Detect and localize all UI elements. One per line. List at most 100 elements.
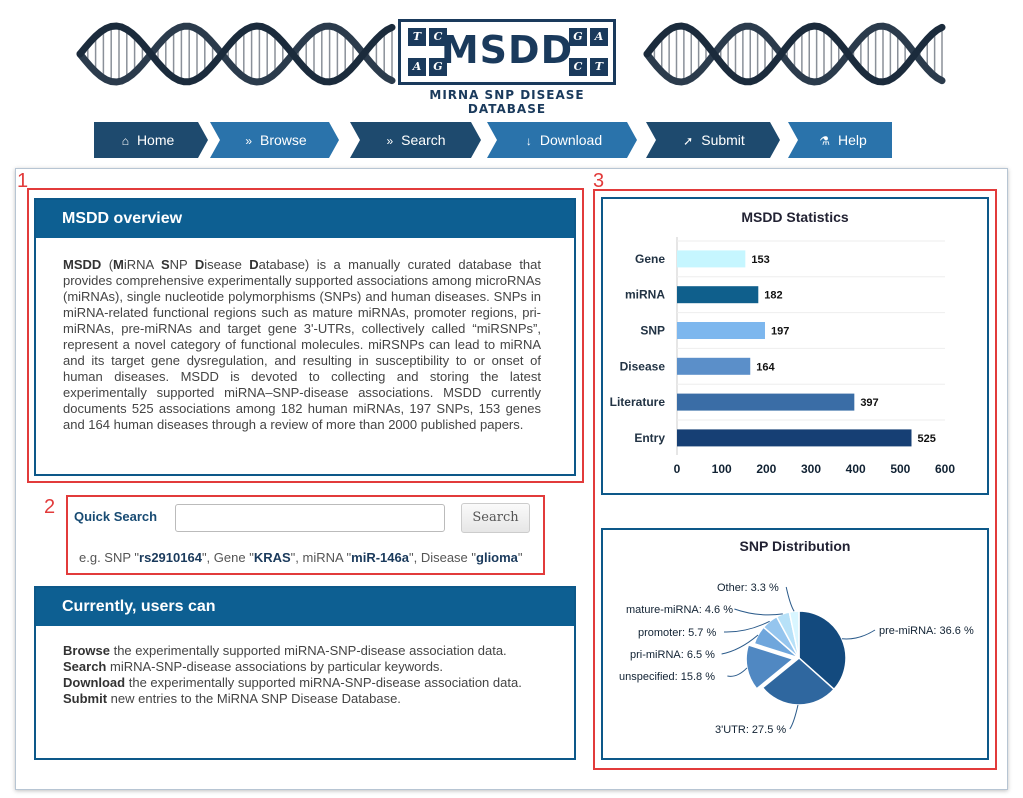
example-mirna-link[interactable]: miR-146a (351, 550, 409, 565)
overview-panel: MSDD overview MSDD (MiRNA SNP Disease Da… (34, 198, 576, 476)
snp-pie-chart: pre-miRNA: 36.6 % 3'UTR: 27.5 % unspecifie… (619, 582, 974, 736)
site-banner: T C A G G A C T MSDD MIRNA SNP DISEASE D… (75, 8, 947, 116)
download-arrow-icon: ↓ (525, 134, 532, 148)
overview-text-segment: M (113, 257, 124, 272)
users-title: Currently, users can (36, 588, 574, 626)
overview-text-segment: ( (101, 257, 114, 272)
bar-entry (677, 429, 912, 447)
stats-chart-panel: MSDD Statistics Gene 153 miRNA 182 SNP 197 Dis… (601, 197, 989, 495)
users-capabilities: Browse the experimentally supported miRN… (63, 643, 533, 707)
overview-title: MSDD overview (36, 200, 574, 238)
example-text: ", miRNA " (290, 550, 352, 565)
category-label: Disease (620, 359, 666, 373)
capability-text: the experimentally supported miRNA-SNP-d… (125, 675, 522, 690)
bar-value-label: 397 (860, 397, 878, 409)
overview-text-segment: MSDD (63, 257, 102, 272)
x-tick-label: 600 (935, 462, 955, 476)
example-snp-link[interactable]: rs2910164 (139, 550, 202, 565)
example-gene-link[interactable]: KRAS (254, 550, 291, 565)
stats-bar-chart: Gene 153 miRNA 182 SNP 197 Disease 164 Literatur… (610, 237, 955, 476)
x-tick-label: 300 (801, 462, 821, 476)
overview-text-segment: S (160, 257, 170, 272)
capability-line: Download the experimentally supported mi… (63, 675, 533, 691)
bar-value-label: 197 (771, 326, 789, 338)
bar-value-label: 164 (756, 361, 775, 373)
bar-value-label: 153 (751, 254, 769, 266)
nav-label: Download (539, 132, 603, 148)
example-text: ", Disease " (408, 550, 477, 565)
category-label: Entry (634, 431, 665, 445)
leader-line (785, 586, 795, 612)
quick-search-button[interactable]: Search (461, 503, 530, 533)
quick-search-input[interactable] (175, 504, 445, 532)
x-tick-label: 100 (712, 462, 732, 476)
x-tick-label: 200 (756, 462, 776, 476)
leader-line (727, 667, 748, 677)
rocket-icon: ➚ (683, 134, 694, 148)
logo-title: MSDD (440, 28, 574, 72)
capability-keyword: Download (63, 675, 126, 690)
pie-label: pre-miRNA: 36.6 % (879, 625, 974, 637)
leader-line (734, 608, 783, 616)
example-text: ", Gene " (201, 550, 254, 565)
example-disease-link[interactable]: glioma (476, 550, 518, 565)
nav-search[interactable]: » Search (356, 122, 476, 158)
nav-submit[interactable]: ➚ Submit (652, 122, 776, 158)
bar-snp (677, 322, 765, 339)
x-tick-label: 500 (890, 462, 910, 476)
category-label: SNP (640, 324, 665, 338)
pie-label: Other: 3.3 % (717, 582, 779, 594)
bar-literature (677, 393, 855, 411)
nav-home[interactable]: ⌂ Home (94, 122, 202, 158)
overview-text-segment: atabase) is a manually curated database … (63, 257, 541, 432)
capability-keyword: Browse (63, 643, 110, 658)
nav-download[interactable]: ↓ Download (494, 122, 634, 158)
nav-help[interactable]: ⚗ Help (794, 122, 892, 158)
capability-text: the experimentally supported miRNA-SNP-d… (109, 643, 507, 658)
logo-subtitle: MIRNA SNP DISEASE DATABASE (429, 88, 585, 116)
annotation-marker-2: 2 (44, 496, 56, 518)
nav-label: Search (401, 132, 446, 148)
example-text: " (517, 550, 523, 565)
bar-disease (677, 357, 751, 375)
bar-value-label: 182 (764, 290, 782, 302)
capability-text: miRNA-SNP-disease associations by partic… (106, 659, 444, 674)
pie-label: unspecified: 15.8 % (619, 671, 715, 683)
overview-text-segment: D (249, 257, 259, 272)
nav-label: Browse (260, 132, 307, 148)
nav-label: Submit (701, 132, 745, 148)
quick-search-examples: e.g. SNP "rs2910164", Gene "KRAS", miRNA… (79, 550, 523, 565)
x-tick-label: 400 (846, 462, 866, 476)
capability-line: Browse the experimentally supported miRN… (63, 643, 533, 659)
pie-label: pri-miRNA: 6.5 % (630, 649, 715, 661)
capability-line: Submit new entries to the MiRNA SNP Dise… (63, 691, 533, 707)
flask-icon: ⚗ (819, 134, 830, 148)
capability-text: new entries to the MiRNA SNP Disease Dat… (107, 691, 401, 706)
capability-keyword: Submit (63, 691, 108, 706)
double-chevron-right-icon: » (386, 134, 394, 148)
overview-text-segment: NP (169, 257, 195, 272)
nav-label: Help (837, 132, 867, 148)
x-tick-label: 0 (674, 462, 681, 476)
overview-text-segment: isease (204, 257, 250, 272)
snp-chart-panel: SNP Distribution pre-miRNA: 36.6 % 3'UTR:… (601, 528, 989, 760)
pie-label: 3'UTR: 27.5 % (715, 724, 786, 736)
capability-keyword: Search (63, 659, 107, 674)
category-label: Literature (610, 395, 666, 409)
bar-mirna (677, 286, 759, 304)
bar-gene (677, 250, 746, 268)
quick-search-label: Quick Search (74, 509, 158, 524)
home-icon: ⌂ (121, 134, 129, 148)
category-label: Gene (635, 252, 665, 266)
leader-line (841, 629, 876, 640)
nav-browse[interactable]: » Browse (216, 122, 336, 158)
pie-label: promoter: 5.7 % (638, 627, 716, 639)
pie-label: mature-miRNA: 4.6 % (626, 604, 733, 616)
overview-text: MSDD (MiRNA SNP Disease Database) is a m… (63, 257, 541, 433)
category-label: miRNA (625, 288, 665, 302)
users-panel: Currently, users can Browse the experime… (34, 586, 576, 760)
overview-text-segment: D (194, 257, 205, 272)
msdd-logo[interactable]: T C A G G A C T MSDD (398, 19, 616, 85)
example-text: e.g. SNP " (79, 550, 140, 565)
capability-line: Search miRNA-SNP-disease associations by… (63, 659, 533, 675)
